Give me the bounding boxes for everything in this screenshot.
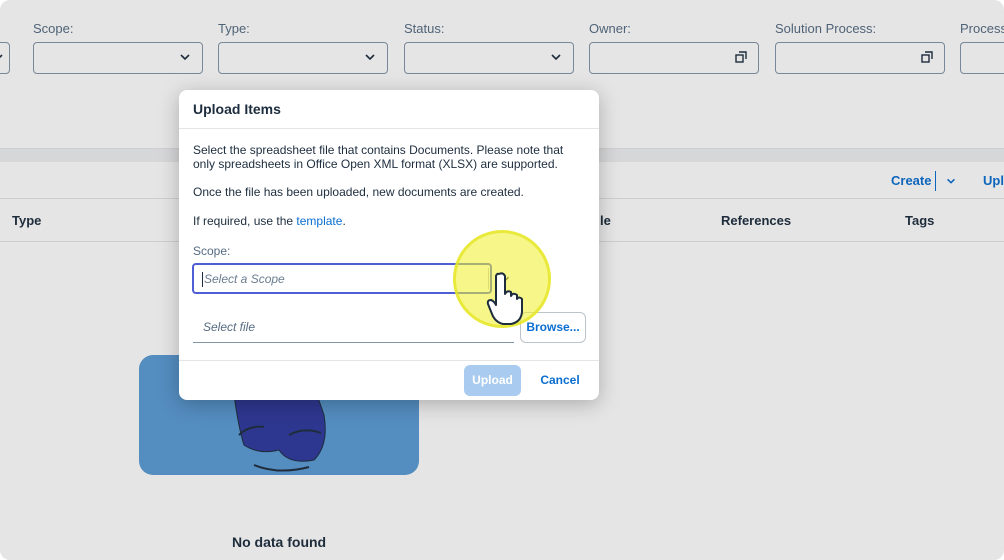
file-path-input[interactable]: Select file	[193, 313, 514, 343]
dialog-title: Upload Items	[193, 101, 281, 117]
template-link[interactable]: template	[296, 214, 342, 228]
scope-field-label: Scope:	[193, 244, 231, 258]
dialog-template-line: If required, use the template.	[193, 214, 588, 228]
dialog-instructions-line1: Select the spreadsheet file that contain…	[193, 143, 564, 157]
template-prefix-text: If required, use the	[193, 214, 297, 228]
scope-select[interactable]: Select a Scope	[192, 263, 509, 294]
dialog-upload-button[interactable]: Upload	[464, 365, 521, 396]
dialog-footer-divider	[179, 360, 599, 361]
text-caret	[202, 272, 203, 287]
dialog-instructions-line3: Once the file has been uploaded, new doc…	[193, 185, 524, 199]
dialog-header-divider	[179, 128, 599, 129]
file-input-placeholder: Select file	[203, 320, 256, 334]
template-suffix-text: .	[342, 214, 346, 228]
app-frame: Scope: Type: Status: Owner: Solution Pro…	[0, 0, 1004, 560]
dialog-instructions-line2: only spreadsheets in Office Open XML for…	[193, 157, 558, 171]
hand-pointer-icon	[486, 272, 523, 325]
dialog-cancel-button[interactable]: Cancel	[530, 365, 590, 396]
scope-select-placeholder: Select a Scope	[204, 272, 285, 286]
